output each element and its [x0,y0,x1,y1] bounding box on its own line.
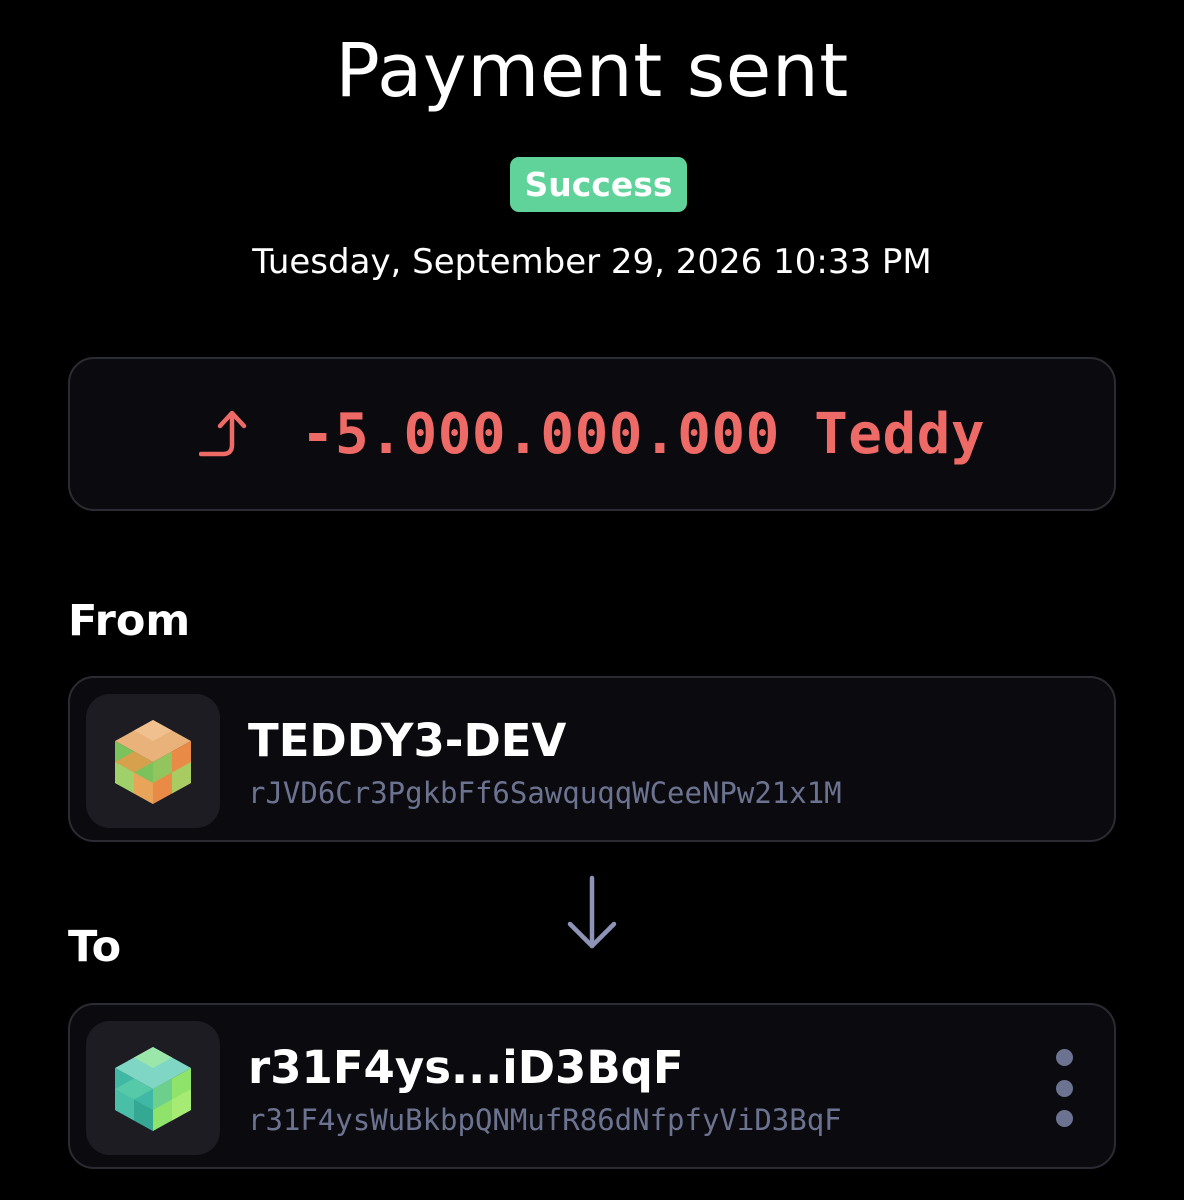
to-account-address: r31F4ysWuBkbpQNMufR86dNfpfyViD3BqF [248,1103,842,1137]
orange-green-cube-avatar-icon [86,694,220,828]
page-title: Payment sent [335,28,849,114]
more-dot [1055,1110,1073,1127]
more-dot [1055,1049,1073,1066]
from-label: From [68,596,191,646]
status-badge: Success [510,157,687,212]
amount-row: -5.000.000.000 Teddy [70,359,1114,509]
transaction-datetime: Tuesday, September 29, 2026 10:33 PM [252,242,932,282]
teal-green-cube-avatar-icon [86,1021,220,1155]
from-account-name: TEDDY3-DEV [248,714,567,767]
more-vertical-icon[interactable] [1052,1049,1076,1127]
arrow-down-icon [567,875,617,949]
arrow-up-outgoing-icon [198,410,247,457]
to-label: To [68,922,122,972]
to-account-card[interactable]: r31F4ys...iD3BqF r31F4ysWuBkbpQNMufR86dN… [68,1003,1116,1169]
from-account-card[interactable]: TEDDY3-DEV rJVD6Cr3PgkbFf6SawquqqWCeeNPw… [68,676,1116,842]
amount-card: -5.000.000.000 Teddy [68,357,1116,511]
more-dot [1055,1079,1073,1097]
to-account-name: r31F4ys...iD3BqF [248,1041,684,1094]
from-account-address: rJVD6Cr3PgkbFf6SawquqqWCeeNPw21x1M [248,776,842,810]
payment-amount: -5.000.000.000 Teddy [300,401,986,467]
payment-detail-screen: Payment sent Success Tuesday, September … [0,0,1184,1200]
